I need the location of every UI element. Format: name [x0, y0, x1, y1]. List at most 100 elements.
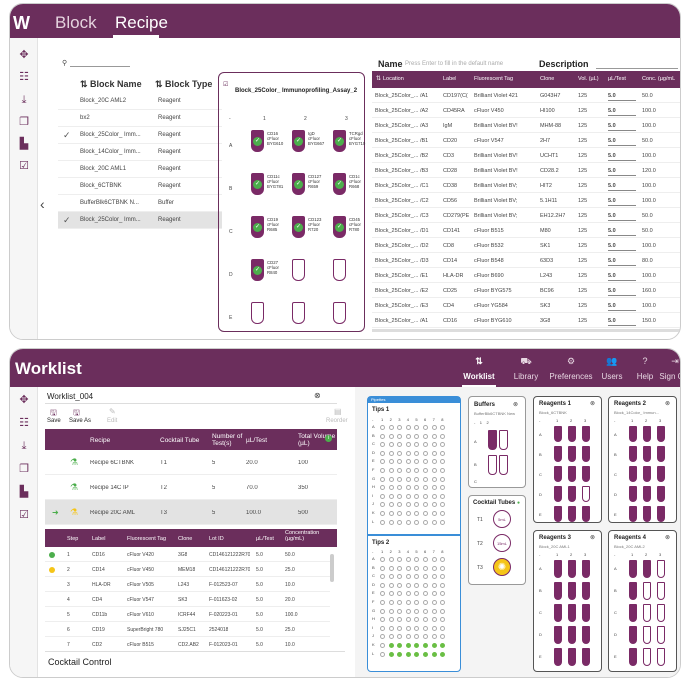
- reorder-button[interactable]: Reorder: [326, 418, 348, 424]
- tip-well[interactable]: [380, 493, 385, 499]
- tip-well[interactable]: [405, 476, 411, 482]
- tip-well[interactable]: [397, 565, 403, 571]
- tip-well[interactable]: [380, 617, 385, 623]
- ul-test-input[interactable]: 5.0: [608, 228, 616, 234]
- tip-well[interactable]: [423, 485, 428, 491]
- reagent-tube[interactable]: [568, 582, 576, 600]
- tip-well[interactable]: [388, 459, 394, 465]
- tip-well[interactable]: [397, 433, 403, 439]
- save-button[interactable]: Save: [47, 418, 61, 424]
- reagent-tube[interactable]: [582, 446, 590, 462]
- tip-well[interactable]: [414, 617, 420, 623]
- reagent-tube[interactable]: [582, 426, 590, 442]
- tip-well[interactable]: [388, 651, 394, 657]
- tip-well[interactable]: [397, 450, 403, 456]
- tip-well[interactable]: [397, 519, 403, 525]
- tip-well[interactable]: [397, 608, 403, 614]
- reagent-tube[interactable]: [657, 446, 665, 462]
- tip-well[interactable]: [431, 600, 437, 605]
- reagent-tube[interactable]: [629, 486, 637, 502]
- reagent-tube[interactable]: [554, 626, 562, 644]
- reagent-tube[interactable]: [657, 466, 665, 482]
- col-block-name[interactable]: ⇅ Block Name: [80, 79, 142, 90]
- download-icon[interactable]: ⤓: [17, 439, 31, 453]
- ul-test-input[interactable]: 5.0: [608, 303, 616, 309]
- buffer-tube[interactable]: [488, 430, 497, 450]
- tip-well[interactable]: [397, 425, 403, 430]
- close-icon[interactable]: ⊗: [590, 534, 595, 541]
- save-as-button[interactable]: Save As: [69, 418, 91, 424]
- reagent-tube[interactable]: [568, 486, 576, 502]
- tip-well[interactable]: [440, 476, 446, 482]
- tip-well[interactable]: [405, 511, 411, 516]
- back-chevron-icon[interactable]: ‹: [40, 196, 45, 212]
- empty-tube[interactable]: [657, 604, 665, 622]
- tip-well[interactable]: [423, 608, 428, 614]
- tip-well[interactable]: [405, 519, 411, 525]
- tip-well[interactable]: [414, 600, 420, 605]
- reagent-tube[interactable]: [568, 626, 576, 644]
- tip-well[interactable]: [431, 651, 437, 657]
- tip-well[interactable]: [388, 442, 394, 448]
- tip-well[interactable]: [440, 511, 446, 516]
- tip-well[interactable]: [431, 582, 437, 588]
- ul-test-input[interactable]: 5.0: [608, 123, 616, 129]
- reagent-tube[interactable]: [582, 560, 590, 578]
- tip-well[interactable]: [431, 468, 437, 473]
- tip-well[interactable]: [423, 617, 428, 623]
- tip-well[interactable]: [423, 459, 428, 465]
- reagent-tube[interactable]: [568, 560, 576, 578]
- tip-well[interactable]: [388, 643, 394, 648]
- reagent-tube[interactable]: [582, 626, 590, 644]
- tip-well[interactable]: [388, 425, 394, 430]
- reagent-tube[interactable]: [554, 446, 562, 462]
- tip-well[interactable]: [397, 600, 403, 605]
- tip-well[interactable]: [388, 493, 394, 499]
- tip-well[interactable]: [397, 442, 403, 448]
- reagent-tube[interactable]: [554, 426, 562, 442]
- tip-well[interactable]: [414, 574, 420, 580]
- cocktail-tube[interactable]: 15mL: [493, 534, 511, 552]
- tip-well[interactable]: [380, 468, 385, 473]
- step-header-cell[interactable]: Fluorescent Tag: [127, 536, 167, 542]
- empty-tube[interactable]: [643, 626, 651, 644]
- file-icon[interactable]: ▙: [17, 137, 31, 151]
- nav-users[interactable]: 👥 Users: [595, 353, 629, 381]
- tip-well[interactable]: [440, 450, 446, 456]
- checklist-icon[interactable]: ☑: [17, 508, 31, 522]
- empty-tube[interactable]: [657, 560, 665, 578]
- block-row[interactable]: Block_6CTBNK Reagent: [58, 178, 222, 195]
- tip-well[interactable]: [388, 450, 394, 456]
- recipe-header-cell[interactable]: µL/Test: [246, 437, 306, 444]
- search-input[interactable]: [70, 66, 130, 67]
- tip-well[interactable]: [414, 625, 420, 631]
- close-icon[interactable]: ⊗: [590, 400, 595, 407]
- tip-well[interactable]: [380, 634, 385, 640]
- reagent-tube[interactable]: [582, 582, 590, 600]
- tip-well[interactable]: [380, 425, 385, 430]
- tip-well[interactable]: [414, 634, 420, 640]
- tip-well[interactable]: [405, 433, 411, 439]
- ul-test-input[interactable]: 5.0: [608, 258, 616, 264]
- tip-well[interactable]: [388, 433, 394, 439]
- tip-well[interactable]: [423, 450, 428, 456]
- tip-well[interactable]: [388, 476, 394, 482]
- tip-well[interactable]: [405, 608, 411, 614]
- tip-well[interactable]: [414, 643, 420, 648]
- table-header-cell[interactable]: Vol. (µL): [578, 76, 599, 82]
- col-block-type[interactable]: ⇅ Block Type: [155, 79, 212, 90]
- download-icon[interactable]: ⤓: [17, 93, 31, 107]
- tip-well[interactable]: [423, 625, 428, 631]
- tip-well[interactable]: [380, 442, 385, 448]
- reagent-tube[interactable]: [582, 604, 590, 622]
- tip-well[interactable]: [440, 574, 446, 580]
- tip-well[interactable]: [423, 557, 428, 562]
- reagent-tube[interactable]: [554, 582, 562, 600]
- tip-well[interactable]: [380, 625, 385, 631]
- block-row[interactable]: Block_20C AML2 Reagent: [58, 93, 222, 110]
- empty-tube[interactable]: [292, 259, 305, 281]
- tip-well[interactable]: [423, 565, 428, 571]
- tip-well[interactable]: [388, 511, 394, 516]
- reagent-tube[interactable]: [582, 506, 590, 522]
- tip-well[interactable]: [388, 625, 394, 631]
